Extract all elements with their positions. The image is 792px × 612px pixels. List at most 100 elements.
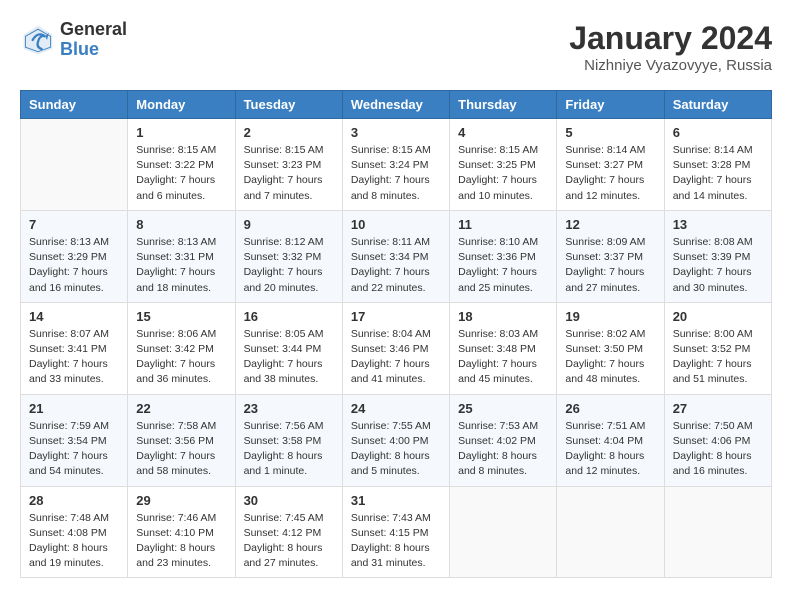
calendar-cell: 5 Sunrise: 8:14 AMSunset: 3:27 PMDaylight… bbox=[557, 119, 664, 211]
calendar-cell: 16 Sunrise: 8:05 AMSunset: 3:44 PMDayligh… bbox=[235, 302, 342, 394]
day-info: Sunrise: 8:09 AMSunset: 3:37 PMDaylight:… bbox=[565, 235, 655, 296]
calendar-cell: 2Sunrise: 8:15 AMSunset: 3:23 PMDaylight… bbox=[235, 119, 342, 211]
day-number: 20 bbox=[673, 309, 763, 324]
day-number: 5 bbox=[565, 125, 655, 140]
calendar-cell: 21 Sunrise: 7:59 AMSunset: 3:54 PMDayligh… bbox=[21, 394, 128, 486]
day-info: Sunrise: 7:55 AMSunset: 4:00 PMDaylight:… bbox=[351, 419, 441, 480]
day-number: 19 bbox=[565, 309, 655, 324]
day-info: Sunrise: 8:05 AMSunset: 3:44 PMDaylight:… bbox=[244, 327, 334, 388]
day-info: Sunrise: 7:50 AMSunset: 4:06 PMDaylight:… bbox=[673, 419, 763, 480]
day-number: 11 bbox=[458, 217, 548, 232]
day-info: Sunrise: 7:58 AMSunset: 3:56 PMDaylight:… bbox=[136, 419, 226, 480]
calendar-cell: 18 Sunrise: 8:03 AMSunset: 3:48 PMDayligh… bbox=[450, 302, 557, 394]
weekday-header-saturday: Saturday bbox=[664, 91, 771, 119]
calendar-cell bbox=[450, 486, 557, 578]
day-number: 30 bbox=[244, 493, 334, 508]
calendar-cell: 4 Sunrise: 8:15 AMSunset: 3:25 PMDaylight… bbox=[450, 119, 557, 211]
day-info: Sunrise: 7:59 AMSunset: 3:54 PMDaylight:… bbox=[29, 419, 119, 480]
day-number: 22 bbox=[136, 401, 226, 416]
calendar-week-row: 1Sunrise: 8:15 AMSunset: 3:22 PMDaylight… bbox=[21, 119, 772, 211]
day-number: 13 bbox=[673, 217, 763, 232]
day-number: 21 bbox=[29, 401, 119, 416]
day-info: Sunrise: 8:14 AMSunset: 3:27 PMDaylight:… bbox=[565, 143, 655, 204]
calendar-cell: 15 Sunrise: 8:06 AMSunset: 3:42 PMDayligh… bbox=[128, 302, 235, 394]
calendar-table: SundayMondayTuesdayWednesdayThursdayFrid… bbox=[20, 90, 772, 578]
calendar-cell: 12Sunrise: 8:09 AMSunset: 3:37 PMDayligh… bbox=[557, 210, 664, 302]
day-info: Sunrise: 8:15 AMSunset: 3:24 PMDaylight:… bbox=[351, 143, 441, 204]
logo-text: General Blue bbox=[60, 20, 127, 60]
day-number: 18 bbox=[458, 309, 548, 324]
calendar-week-row: 28 Sunrise: 7:48 AMSunset: 4:08 PMDayligh… bbox=[21, 486, 772, 578]
day-number: 17 bbox=[351, 309, 441, 324]
calendar-cell: 24 Sunrise: 7:55 AMSunset: 4:00 PMDayligh… bbox=[342, 394, 449, 486]
calendar-cell: 27 Sunrise: 7:50 AMSunset: 4:06 PMDayligh… bbox=[664, 394, 771, 486]
calendar-cell: 1Sunrise: 8:15 AMSunset: 3:22 PMDaylight… bbox=[128, 119, 235, 211]
calendar-cell: 25 Sunrise: 7:53 AMSunset: 4:02 PMDayligh… bbox=[450, 394, 557, 486]
calendar-cell bbox=[21, 119, 128, 211]
day-number: 6 bbox=[673, 125, 763, 140]
day-info: Sunrise: 7:43 AMSunset: 4:15 PMDaylight:… bbox=[351, 511, 441, 572]
day-number: 27 bbox=[673, 401, 763, 416]
day-info: Sunrise: 7:48 AMSunset: 4:08 PMDaylight:… bbox=[29, 511, 119, 572]
day-number: 1 bbox=[136, 125, 226, 140]
logo-icon bbox=[20, 22, 56, 58]
calendar-cell: 8 Sunrise: 8:13 AMSunset: 3:31 PMDaylight… bbox=[128, 210, 235, 302]
day-info: Sunrise: 8:14 AMSunset: 3:28 PMDaylight:… bbox=[673, 143, 763, 204]
title-block: January 2024 Nizhniye Vyazovyye, Russia bbox=[569, 20, 772, 74]
page-header: General Blue January 2024 Nizhniye Vyazo… bbox=[20, 20, 772, 74]
calendar-week-row: 14Sunrise: 8:07 AMSunset: 3:41 PMDayligh… bbox=[21, 302, 772, 394]
day-number: 25 bbox=[458, 401, 548, 416]
day-number: 8 bbox=[136, 217, 226, 232]
weekday-header-friday: Friday bbox=[557, 91, 664, 119]
calendar-header-row: SundayMondayTuesdayWednesdayThursdayFrid… bbox=[21, 91, 772, 119]
day-info: Sunrise: 7:51 AMSunset: 4:04 PMDaylight:… bbox=[565, 419, 655, 480]
logo-blue-text: Blue bbox=[60, 40, 127, 60]
day-info: Sunrise: 7:46 AMSunset: 4:10 PMDaylight:… bbox=[136, 511, 226, 572]
day-info: Sunrise: 8:02 AMSunset: 3:50 PMDaylight:… bbox=[565, 327, 655, 388]
day-info: Sunrise: 8:15 AMSunset: 3:25 PMDaylight:… bbox=[458, 143, 548, 204]
calendar-cell: 29 Sunrise: 7:46 AMSunset: 4:10 PMDayligh… bbox=[128, 486, 235, 578]
day-info: Sunrise: 8:13 AMSunset: 3:31 PMDaylight:… bbox=[136, 235, 226, 296]
calendar-cell bbox=[664, 486, 771, 578]
day-number: 7 bbox=[29, 217, 119, 232]
day-info: Sunrise: 8:10 AMSunset: 3:36 PMDaylight:… bbox=[458, 235, 548, 296]
calendar-cell: 11 Sunrise: 8:10 AMSunset: 3:36 PMDayligh… bbox=[450, 210, 557, 302]
calendar-cell bbox=[557, 486, 664, 578]
day-number: 28 bbox=[29, 493, 119, 508]
day-number: 26 bbox=[565, 401, 655, 416]
calendar-cell: 23Sunrise: 7:56 AMSunset: 3:58 PMDayligh… bbox=[235, 394, 342, 486]
calendar-cell: 30Sunrise: 7:45 AMSunset: 4:12 PMDayligh… bbox=[235, 486, 342, 578]
calendar-cell: 6 Sunrise: 8:14 AMSunset: 3:28 PMDaylight… bbox=[664, 119, 771, 211]
day-info: Sunrise: 8:06 AMSunset: 3:42 PMDaylight:… bbox=[136, 327, 226, 388]
day-info: Sunrise: 8:15 AMSunset: 3:23 PMDaylight:… bbox=[244, 143, 334, 204]
calendar-cell: 13Sunrise: 8:08 AMSunset: 3:39 PMDayligh… bbox=[664, 210, 771, 302]
day-number: 3 bbox=[351, 125, 441, 140]
weekday-header-thursday: Thursday bbox=[450, 91, 557, 119]
day-number: 14 bbox=[29, 309, 119, 324]
day-number: 4 bbox=[458, 125, 548, 140]
day-info: Sunrise: 7:53 AMSunset: 4:02 PMDaylight:… bbox=[458, 419, 548, 480]
day-info: Sunrise: 8:04 AMSunset: 3:46 PMDaylight:… bbox=[351, 327, 441, 388]
calendar-cell: 28 Sunrise: 7:48 AMSunset: 4:08 PMDayligh… bbox=[21, 486, 128, 578]
day-number: 15 bbox=[136, 309, 226, 324]
calendar-cell: 7 Sunrise: 8:13 AMSunset: 3:29 PMDaylight… bbox=[21, 210, 128, 302]
weekday-header-sunday: Sunday bbox=[21, 91, 128, 119]
day-info: Sunrise: 7:56 AMSunset: 3:58 PMDaylight:… bbox=[244, 419, 334, 480]
weekday-header-monday: Monday bbox=[128, 91, 235, 119]
calendar-cell: 22 Sunrise: 7:58 AMSunset: 3:56 PMDayligh… bbox=[128, 394, 235, 486]
day-number: 29 bbox=[136, 493, 226, 508]
weekday-header-tuesday: Tuesday bbox=[235, 91, 342, 119]
day-info: Sunrise: 8:00 AMSunset: 3:52 PMDaylight:… bbox=[673, 327, 763, 388]
day-info: Sunrise: 8:03 AMSunset: 3:48 PMDaylight:… bbox=[458, 327, 548, 388]
logo: General Blue bbox=[20, 20, 127, 60]
calendar-week-row: 7 Sunrise: 8:13 AMSunset: 3:29 PMDaylight… bbox=[21, 210, 772, 302]
calendar-cell: 10Sunrise: 8:11 AMSunset: 3:34 PMDayligh… bbox=[342, 210, 449, 302]
day-number: 10 bbox=[351, 217, 441, 232]
location-subtitle: Nizhniye Vyazovyye, Russia bbox=[569, 57, 772, 74]
day-info: Sunrise: 8:13 AMSunset: 3:29 PMDaylight:… bbox=[29, 235, 119, 296]
day-number: 16 bbox=[244, 309, 334, 324]
calendar-cell: 26 Sunrise: 7:51 AMSunset: 4:04 PMDayligh… bbox=[557, 394, 664, 486]
calendar-cell: 3 Sunrise: 8:15 AMSunset: 3:24 PMDaylight… bbox=[342, 119, 449, 211]
day-info: Sunrise: 8:12 AMSunset: 3:32 PMDaylight:… bbox=[244, 235, 334, 296]
day-number: 24 bbox=[351, 401, 441, 416]
